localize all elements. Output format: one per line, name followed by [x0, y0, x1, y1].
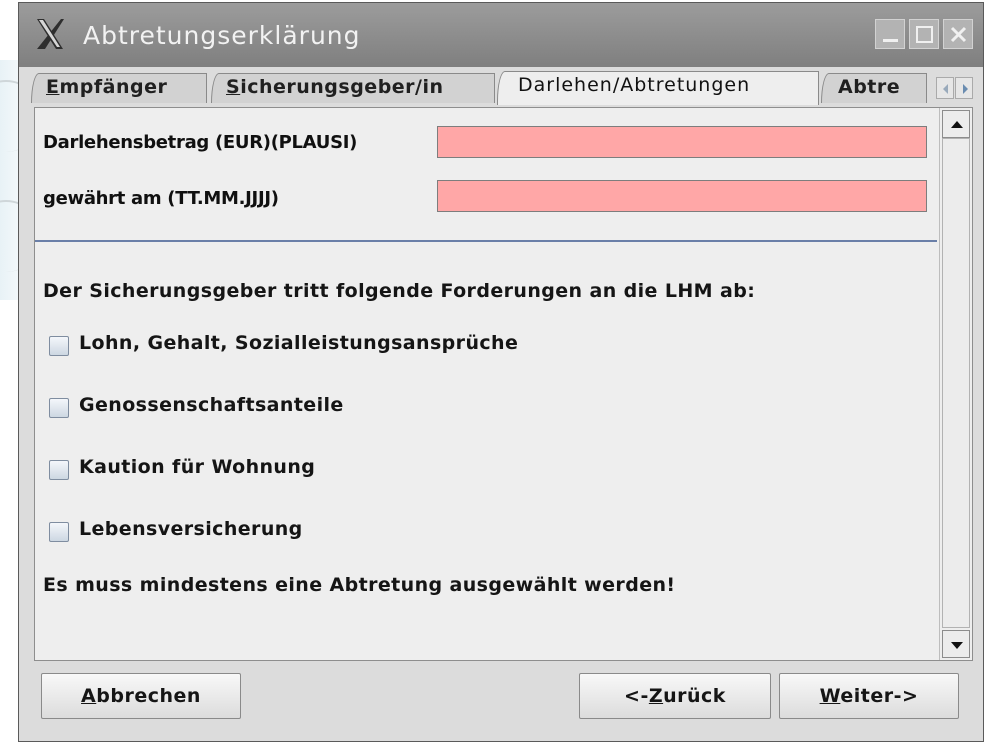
- button-mnemonic: Z: [648, 685, 664, 707]
- amount-label: Darlehensbetrag (EUR)(PLAUSI): [43, 132, 358, 153]
- checkbox-label[interactable]: Genossenschaftsanteile: [79, 394, 344, 416]
- minimize-button[interactable]: [875, 19, 905, 49]
- back-button[interactable]: <-Zurück: [579, 673, 771, 719]
- arrow-right-icon: [963, 84, 968, 94]
- button-mnemonic: W: [819, 685, 841, 707]
- dialog-window: Abtretungserklärung Empfänger Sicherungs…: [18, 2, 984, 742]
- scroll-down-button[interactable]: [942, 630, 970, 658]
- scroll-up-button[interactable]: [942, 110, 970, 138]
- button-mnemonic: A: [81, 685, 97, 707]
- tab-mnemonic: E: [46, 76, 60, 98]
- tab-label: Abtre: [838, 76, 901, 98]
- tab-label: Darlehen/Abtretungen: [518, 74, 751, 96]
- cancel-button[interactable]: Abbrechen: [41, 673, 241, 719]
- arrow-down-icon: [951, 642, 963, 649]
- date-label: gewährt am (TT.MM.JJJJ): [43, 188, 279, 209]
- checkbox-label[interactable]: Lohn, Gehalt, Sozialleistungsansprüche: [79, 332, 518, 354]
- maximize-icon: [916, 26, 933, 43]
- tab-sicherungsgeber[interactable]: Sicherungsgeber/in: [211, 73, 495, 103]
- button-label: bbrechen: [96, 685, 201, 707]
- validation-message: Es muss mindestens eine Abtretung ausgew…: [43, 574, 676, 596]
- arrow-left-icon: [943, 84, 948, 94]
- scroll-track[interactable]: [942, 138, 970, 628]
- tab-abtretungen-truncated[interactable]: Abtre: [821, 73, 927, 103]
- window-title: Abtretungserklärung: [83, 21, 361, 50]
- vertical-scrollbar[interactable]: [939, 108, 972, 660]
- button-label: eiter->: [840, 685, 919, 707]
- checkbox-lohn-gehalt[interactable]: [49, 336, 69, 356]
- checkbox-lebensversicherung[interactable]: [49, 522, 69, 542]
- tab-label: mpfänger: [59, 76, 168, 98]
- next-button[interactable]: Weiter->: [779, 673, 959, 719]
- amount-input[interactable]: [437, 126, 927, 158]
- title-bar[interactable]: Abtretungserklärung: [19, 3, 983, 67]
- checkbox-label[interactable]: Kaution für Wohnung: [79, 456, 315, 478]
- tab-empfaenger[interactable]: Empfänger: [31, 73, 207, 103]
- tab-mnemonic: S: [226, 76, 241, 98]
- maximize-button[interactable]: [909, 19, 939, 49]
- button-label: urück: [663, 685, 726, 707]
- checkbox-label[interactable]: Lebensversicherung: [79, 518, 303, 540]
- tab-scroll-right-button[interactable]: [955, 77, 973, 99]
- claims-heading: Der Sicherungsgeber tritt folgende Forde…: [43, 280, 756, 302]
- date-input[interactable]: [437, 180, 927, 212]
- minimize-icon: [883, 39, 898, 42]
- checkbox-genossenschaftsanteile[interactable]: [49, 398, 69, 418]
- x-logo-icon: [33, 17, 67, 51]
- tab-strip: Empfänger Sicherungsgeber/in Darlehen/Ab…: [19, 67, 983, 105]
- close-icon: [950, 26, 967, 43]
- tab-label: icherungsgeber/in: [240, 76, 444, 98]
- tab-scroll-left-button[interactable]: [936, 77, 954, 99]
- tab-content-panel: Darlehensbetrag (EUR)(PLAUSI) gewährt am…: [34, 107, 973, 661]
- section-divider: [35, 240, 937, 242]
- close-button[interactable]: [943, 19, 973, 49]
- arrow-up-icon: [951, 121, 963, 128]
- button-prefix: <-: [624, 685, 649, 707]
- tab-darlehen-abtretungen[interactable]: Darlehen/Abtretungen: [497, 71, 819, 105]
- checkbox-kaution[interactable]: [49, 460, 69, 480]
